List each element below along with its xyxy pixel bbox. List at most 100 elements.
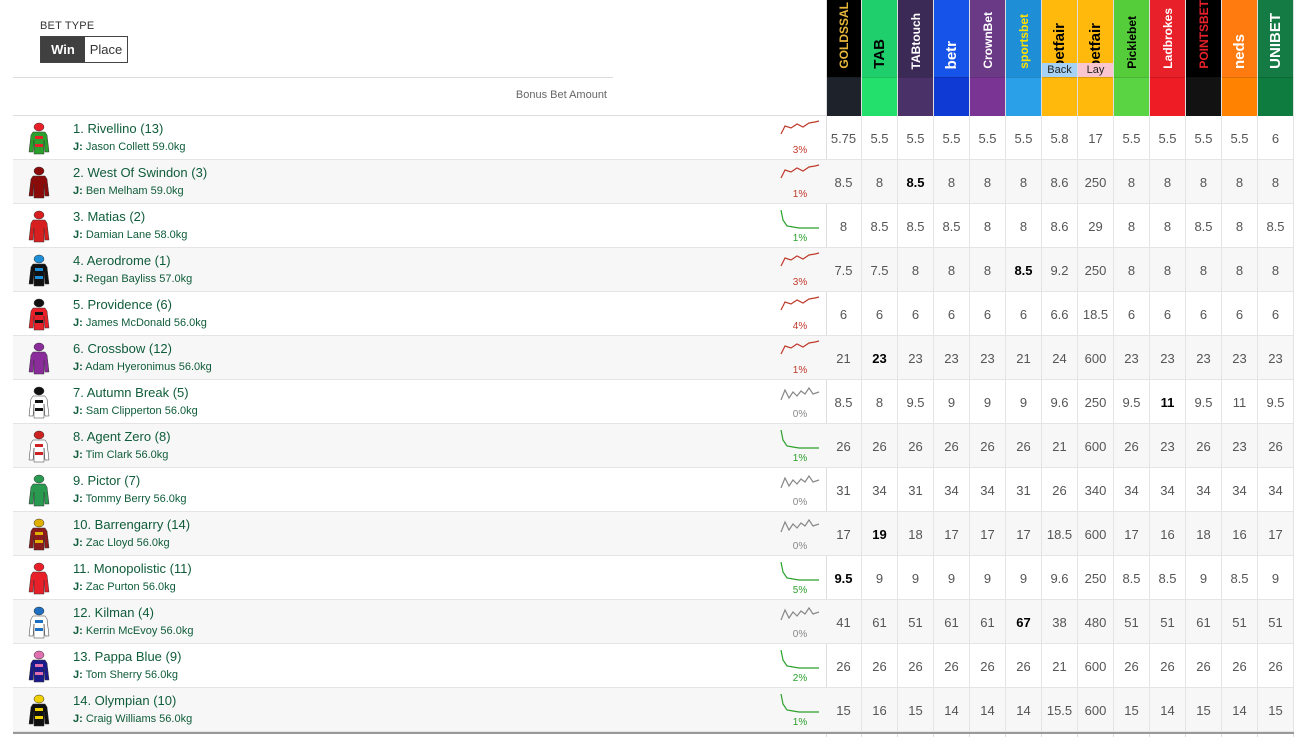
runner-row[interactable]: 14. Olympian (10) J: Craig Williams 56.0k… <box>13 688 1294 732</box>
odds-cell[interactable]: 9.5 <box>1186 380 1222 424</box>
odds-cell[interactable]: 8.5 <box>1150 556 1186 600</box>
odds-cell[interactable]: 15 <box>898 688 934 732</box>
odds-cell[interactable]: 34 <box>1150 468 1186 512</box>
odds-cell[interactable]: 9 <box>934 556 970 600</box>
odds-cell[interactable]: 51 <box>898 600 934 644</box>
odds-cell[interactable]: 16 <box>862 688 898 732</box>
odds-cell[interactable]: 26 <box>1006 644 1042 688</box>
bookmaker-logo[interactable]: Ladbrokes <box>1150 0 1185 77</box>
odds-cell[interactable]: 5.5 <box>1006 116 1042 160</box>
odds-cell[interactable]: 600 <box>1078 688 1114 732</box>
runner-row[interactable]: 5. Providence (6) J: James McDonald 56.0k… <box>13 292 1294 336</box>
odds-cell[interactable]: 23 <box>1150 424 1186 468</box>
odds-cell[interactable]: 26 <box>1258 644 1294 688</box>
odds-cell[interactable]: 23 <box>1222 336 1258 380</box>
odds-cell[interactable]: 24 <box>1042 336 1078 380</box>
odds-cell[interactable]: 8 <box>1222 160 1258 204</box>
odds-cell[interactable]: 11 <box>1222 380 1258 424</box>
odds-cell[interactable]: 8.5 <box>1114 556 1150 600</box>
odds-cell[interactable]: 6 <box>1186 292 1222 336</box>
odds-cell[interactable]: 34 <box>1258 468 1294 512</box>
odds-cell[interactable]: 19 <box>862 512 898 556</box>
odds-cell[interactable]: 8 <box>862 160 898 204</box>
odds-cell[interactable]: 21 <box>1006 336 1042 380</box>
odds-cell[interactable]: 5.5 <box>1114 116 1150 160</box>
bookmaker-logo[interactable]: sportsbet <box>1006 0 1041 77</box>
odds-cell[interactable]: 8 <box>1186 160 1222 204</box>
odds-cell[interactable]: 8 <box>1258 248 1294 292</box>
odds-cell[interactable]: 26 <box>970 424 1006 468</box>
odds-cell[interactable]: 9 <box>898 556 934 600</box>
bookmaker-logo[interactable]: GOLDSSAL <box>827 0 861 77</box>
odds-cell[interactable]: 23 <box>1258 336 1294 380</box>
odds-cell[interactable]: 61 <box>1186 600 1222 644</box>
odds-cell[interactable]: 600 <box>1078 512 1114 556</box>
odds-cell[interactable]: 51 <box>1222 600 1258 644</box>
odds-cell[interactable]: 9.5 <box>826 556 862 600</box>
runner-row[interactable]: 8. Agent Zero (8) J: Tim Clark 56.0kg 1% 26… <box>13 424 1294 468</box>
odds-cell[interactable]: 21 <box>1042 424 1078 468</box>
odds-cell[interactable]: 17 <box>1258 512 1294 556</box>
odds-cell[interactable]: 9 <box>1258 556 1294 600</box>
odds-cell[interactable]: 7.5 <box>826 248 862 292</box>
odds-cell[interactable]: 8.6 <box>1042 204 1078 248</box>
odds-cell[interactable]: 9 <box>970 380 1006 424</box>
odds-cell[interactable]: 8 <box>1006 204 1042 248</box>
odds-cell[interactable]: 8 <box>1186 248 1222 292</box>
odds-cell[interactable]: 61 <box>862 600 898 644</box>
odds-cell[interactable]: 9 <box>1006 380 1042 424</box>
runner-name[interactable]: 8. Agent Zero (8) <box>73 429 171 444</box>
odds-cell[interactable]: 15 <box>1114 688 1150 732</box>
odds-cell[interactable]: 9 <box>1186 556 1222 600</box>
odds-cell[interactable]: 8 <box>1222 204 1258 248</box>
odds-cell[interactable]: 5.5 <box>1222 116 1258 160</box>
odds-cell[interactable]: 14 <box>1222 688 1258 732</box>
odds-cell[interactable]: 250 <box>1078 248 1114 292</box>
odds-cell[interactable]: 9 <box>970 556 1006 600</box>
odds-cell[interactable]: 26 <box>934 424 970 468</box>
odds-cell[interactable]: 14 <box>934 688 970 732</box>
runner-name[interactable]: 12. Kilman (4) <box>73 605 154 620</box>
odds-cell[interactable]: 8 <box>826 204 862 248</box>
odds-cell[interactable]: 8.5 <box>934 204 970 248</box>
odds-cell[interactable]: 23 <box>1186 336 1222 380</box>
odds-cell[interactable]: 18 <box>898 512 934 556</box>
runner-name[interactable]: 9. Pictor (7) <box>73 473 140 488</box>
odds-cell[interactable]: 7.5 <box>862 248 898 292</box>
odds-cell[interactable]: 8.5 <box>898 204 934 248</box>
odds-cell[interactable]: 34 <box>1222 468 1258 512</box>
odds-cell[interactable]: 26 <box>898 644 934 688</box>
odds-cell[interactable]: 8 <box>970 160 1006 204</box>
odds-cell[interactable]: 5.8 <box>1042 116 1078 160</box>
odds-cell[interactable]: 6 <box>1006 292 1042 336</box>
runner-row[interactable]: 2. West Of Swindon (3) J: Ben Melham 59.0… <box>13 160 1294 204</box>
odds-cell[interactable]: 18.5 <box>1042 512 1078 556</box>
odds-cell[interactable]: 26 <box>862 424 898 468</box>
odds-cell[interactable]: 26 <box>1186 644 1222 688</box>
odds-cell[interactable]: 23 <box>1150 336 1186 380</box>
odds-cell[interactable]: 250 <box>1078 556 1114 600</box>
odds-cell[interactable]: 8 <box>1114 204 1150 248</box>
odds-cell[interactable]: 26 <box>1186 424 1222 468</box>
odds-cell[interactable]: 11 <box>1150 380 1186 424</box>
odds-cell[interactable]: 34 <box>862 468 898 512</box>
odds-cell[interactable]: 15.5 <box>1042 688 1078 732</box>
bookmaker-logo[interactable]: betr <box>934 0 969 77</box>
odds-cell[interactable]: 8 <box>1150 160 1186 204</box>
odds-cell[interactable]: 8.5 <box>898 160 934 204</box>
odds-cell[interactable]: 26 <box>1222 644 1258 688</box>
odds-cell[interactable]: 16 <box>1150 512 1186 556</box>
bookmaker-logo[interactable]: Picklebet <box>1114 0 1149 77</box>
odds-cell[interactable]: 15 <box>826 688 862 732</box>
runner-row[interactable]: 1. Rivellino (13) J: Jason Collett 59.0kg… <box>13 116 1294 160</box>
odds-cell[interactable]: 15 <box>1258 688 1294 732</box>
odds-cell[interactable]: 23 <box>1222 424 1258 468</box>
odds-cell[interactable]: 6 <box>934 292 970 336</box>
runner-name[interactable]: 13. Pappa Blue (9) <box>73 649 181 664</box>
odds-cell[interactable]: 17 <box>826 512 862 556</box>
odds-cell[interactable]: 5.75 <box>826 116 862 160</box>
odds-cell[interactable]: 61 <box>970 600 1006 644</box>
bookmaker-logo[interactable]: TABtouch <box>898 0 933 77</box>
odds-cell[interactable]: 67 <box>1006 600 1042 644</box>
odds-cell[interactable]: 8 <box>1114 248 1150 292</box>
